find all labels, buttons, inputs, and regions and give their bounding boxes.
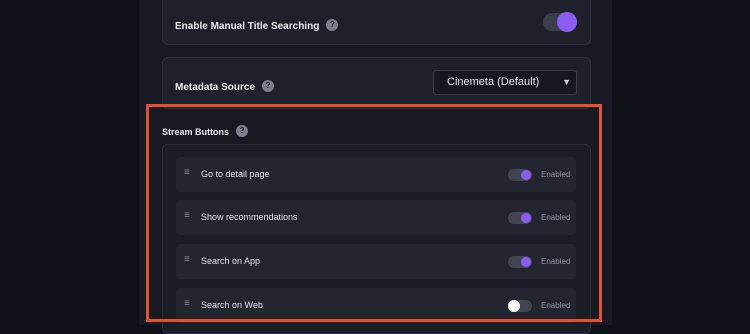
metadata-source-value: Cinemeta (Default)	[447, 76, 540, 88]
metadata-source-row: Metadata Source?	[175, 77, 275, 95]
manual-search-toggle[interactable]	[543, 12, 577, 32]
help-icon[interactable]: ?	[262, 79, 275, 92]
manual-search-label: Enable Manual Title Searching	[175, 21, 320, 32]
metadata-source-label: Metadata Source	[175, 82, 256, 93]
manual-search-row: Enable Manual Title Searching?	[175, 16, 339, 34]
highlight-box	[146, 104, 602, 322]
toggle-knob	[557, 12, 577, 32]
help-icon[interactable]: ?	[326, 18, 339, 31]
chevron-down-icon: ▼	[562, 77, 571, 87]
metadata-source-select[interactable]: Cinemeta (Default) ▼	[433, 70, 577, 95]
